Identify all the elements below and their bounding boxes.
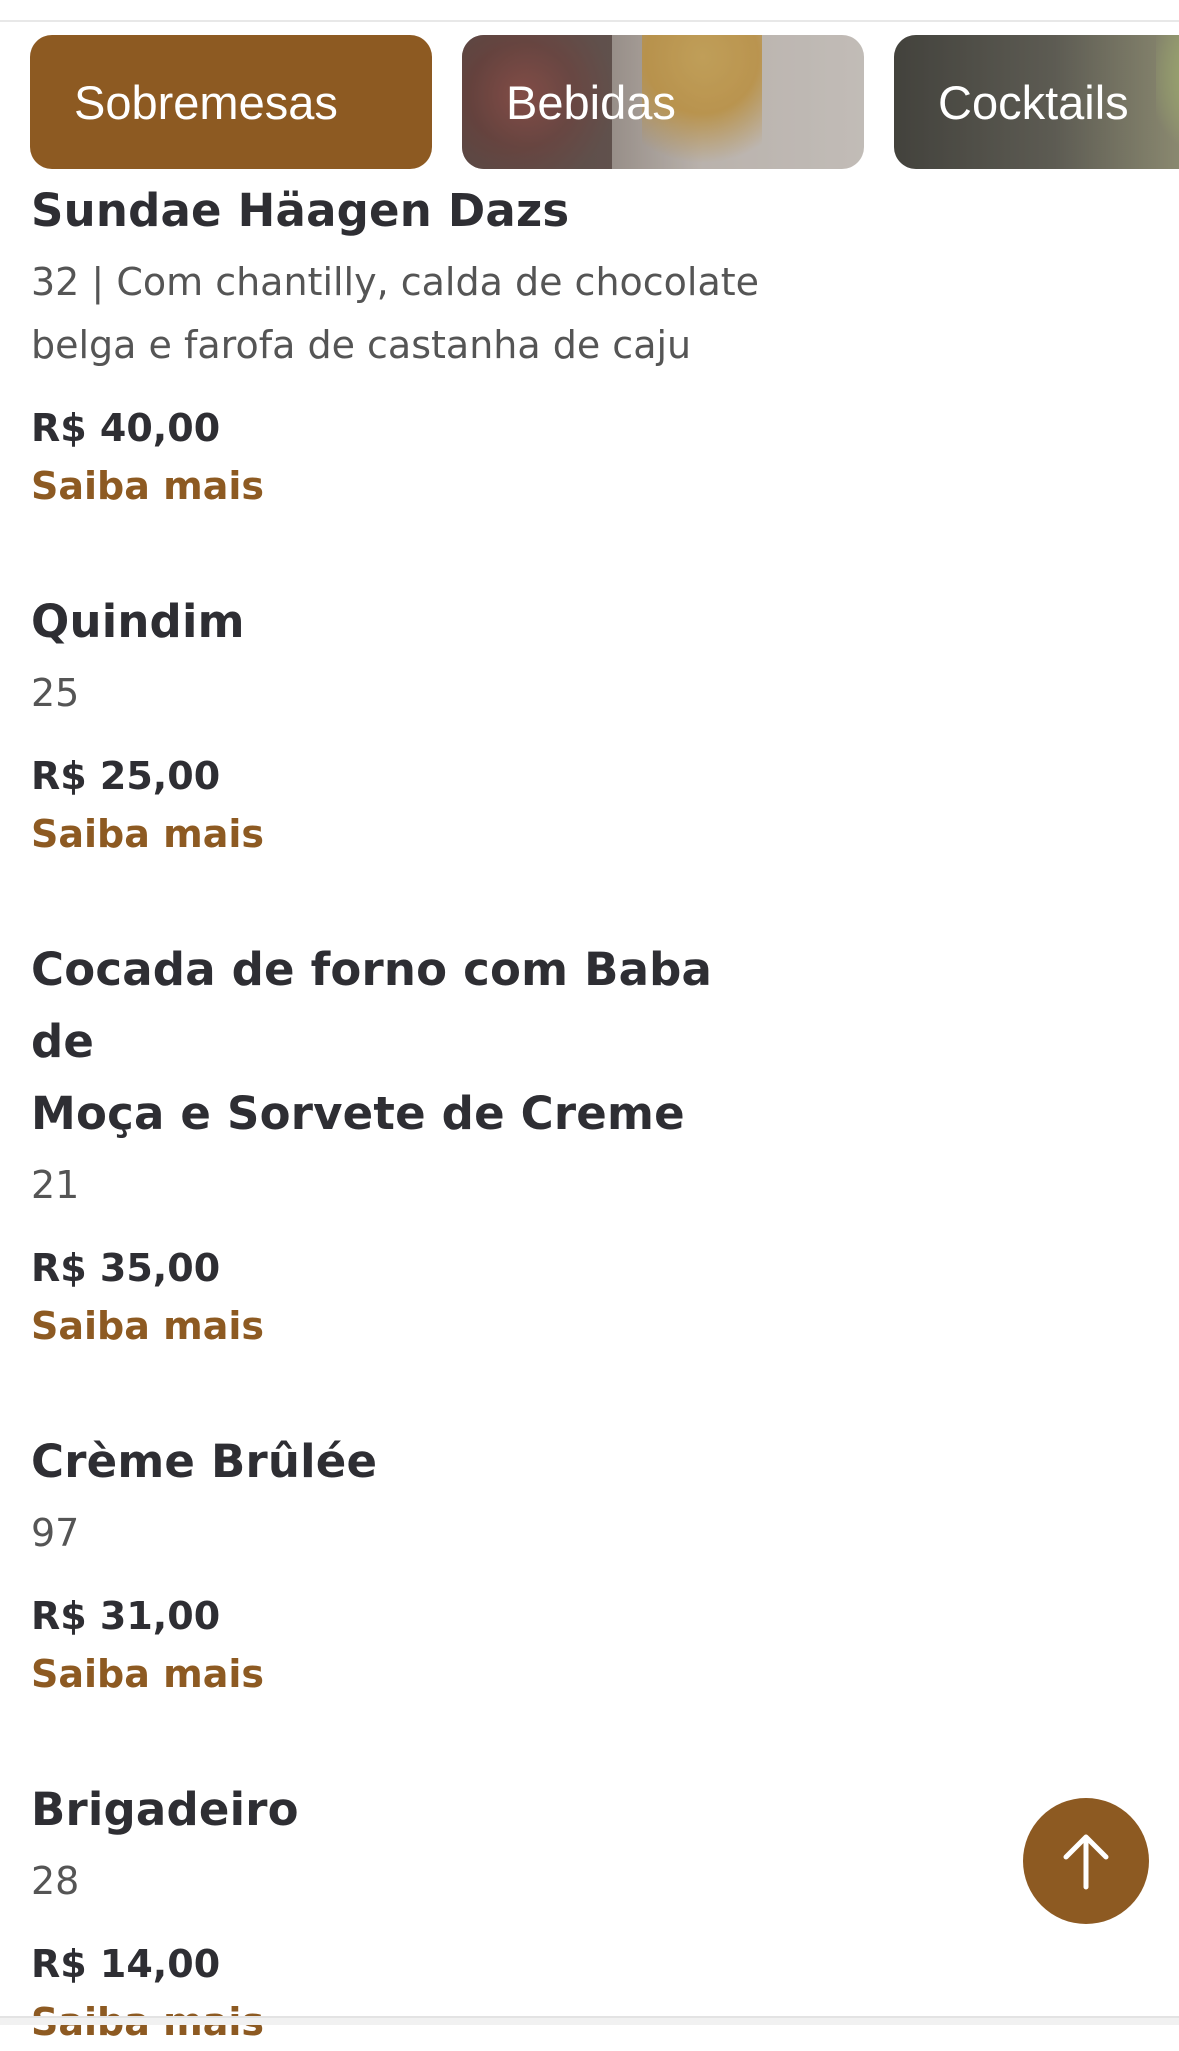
- item-description-line: 97: [31, 1511, 80, 1555]
- item-description-line: 32 | Com chantilly, calda de chocolate: [31, 260, 760, 304]
- item-description-line: 28: [31, 1859, 80, 1903]
- item-description: 21: [31, 1154, 791, 1217]
- item-name: Brigadeiro: [31, 1774, 791, 1846]
- item-price: R$ 14,00: [31, 1942, 221, 1986]
- tab-sobremesas[interactable]: Sobremesas: [30, 35, 432, 169]
- bottom-divider: [0, 2016, 1179, 2025]
- item-price: R$ 25,00: [31, 754, 221, 798]
- item-name: Sundae Häagen Dazs: [31, 175, 791, 247]
- item-name-line: Cocada de forno com Baba de: [31, 943, 713, 1068]
- menu-item: Sundae Häagen Dazs 32 | Com chantilly, c…: [31, 175, 791, 515]
- saiba-mais-link[interactable]: Saiba mais: [31, 805, 791, 863]
- tab-label: Sobremesas: [74, 75, 338, 129]
- item-name-line: Sundae Häagen Dazs: [31, 184, 570, 237]
- item-name-line: Crème Brûlée: [31, 1435, 378, 1488]
- top-divider: [0, 0, 1179, 22]
- item-price: R$ 40,00: [31, 406, 221, 450]
- saiba-mais-link[interactable]: Saiba mais: [31, 457, 791, 515]
- item-description-line: 21: [31, 1163, 80, 1207]
- item-description: 97: [31, 1502, 791, 1565]
- item-description: 32 | Com chantilly, calda de chocolate b…: [31, 251, 791, 377]
- item-name: Cocada de forno com Baba de Moça e Sorve…: [31, 934, 791, 1150]
- item-name-line: Moça e Sorvete de Creme: [31, 1087, 685, 1140]
- menu-item: Brigadeiro 28 R$ 14,00 Saiba mais: [31, 1774, 791, 2051]
- tab-bebidas[interactable]: Bebidas: [462, 35, 864, 169]
- menu-item: Cocada de forno com Baba de Moça e Sorve…: [31, 934, 791, 1355]
- menu-item: Quindim 25 R$ 25,00 Saiba mais: [31, 586, 791, 863]
- item-name-line: Quindim: [31, 595, 245, 648]
- tab-label: Bebidas: [506, 75, 676, 129]
- item-description-line: belga e farofa de castanha de caju: [31, 323, 692, 367]
- item-name-line: Brigadeiro: [31, 1783, 299, 1836]
- category-tabs: Sobremesas Bebidas Cocktails: [30, 35, 1179, 170]
- arrow-up-icon: [1063, 1834, 1109, 1890]
- saiba-mais-link[interactable]: Saiba mais: [31, 1645, 791, 1703]
- item-price: R$ 31,00: [31, 1594, 221, 1638]
- tab-label: Cocktails: [938, 75, 1129, 129]
- item-description-line: 25: [31, 671, 80, 715]
- tab-cocktails[interactable]: Cocktails: [894, 35, 1179, 169]
- menu-item: Crème Brûlée 97 R$ 31,00 Saiba mais: [31, 1426, 791, 1703]
- item-description: 28: [31, 1850, 791, 1913]
- saiba-mais-link[interactable]: Saiba mais: [31, 1297, 791, 1355]
- scroll-to-top-button[interactable]: [1023, 1798, 1149, 1924]
- menu-list: Sundae Häagen Dazs 32 | Com chantilly, c…: [31, 175, 791, 2051]
- item-description: 25: [31, 662, 791, 725]
- item-name: Quindim: [31, 586, 791, 658]
- item-name: Crème Brûlée: [31, 1426, 791, 1498]
- item-price: R$ 35,00: [31, 1246, 221, 1290]
